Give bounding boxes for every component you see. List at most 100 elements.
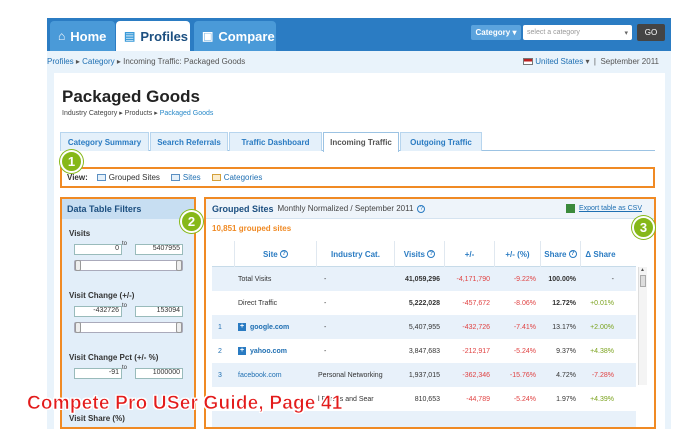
breadcrumb-profiles[interactable]: Profiles xyxy=(47,57,74,66)
category-placeholder: select a category xyxy=(527,29,580,36)
col-site-label: Site xyxy=(263,249,278,259)
country-select[interactable]: United States xyxy=(535,57,583,66)
slider-max-handle[interactable] xyxy=(176,322,182,333)
row-visits: 1,937,015 xyxy=(408,371,440,379)
col-site[interactable]: Site ? xyxy=(234,241,316,267)
table-head: Site ? Industry Cat. Visits ? +/- +/- (%… xyxy=(212,241,636,267)
category-path: Industry Category ▸ Products ▸ Packaged … xyxy=(62,110,214,117)
table-row[interactable]: 1 + google.com - 5,407,955 -432,726 -7.41… xyxy=(212,315,636,339)
path-industry: Industry Category xyxy=(62,110,118,117)
view-categories-label: Categories xyxy=(223,173,263,182)
visit-change-max-input[interactable]: 153094 xyxy=(135,306,183,317)
visit-pct-min-input[interactable]: -91 xyxy=(74,368,122,379)
categories-icon xyxy=(211,174,221,181)
to-label: to xyxy=(122,303,128,309)
row-pct: -7.41% xyxy=(513,323,536,331)
tab-traffic-dashboard[interactable]: Traffic Dashboard xyxy=(229,132,322,151)
row-visits: 5,407,955 xyxy=(408,323,440,331)
slider-max-handle[interactable] xyxy=(176,260,182,271)
help-icon[interactable]: ? xyxy=(279,250,288,258)
export-csv-link[interactable]: Export table as CSV xyxy=(565,204,642,213)
tab-home-label: Home xyxy=(70,28,107,44)
view-sites[interactable]: Sites xyxy=(170,173,201,182)
path-current[interactable]: Packaged Goods xyxy=(160,110,214,117)
col-delta-pct[interactable]: +/- (%) xyxy=(494,241,540,267)
top-nav-bar: ⌂ Home ▤ Profiles ▣ Compare Category ▾ sele… xyxy=(47,18,671,51)
view-grouped-sites-label: Grouped Sites xyxy=(108,173,160,182)
tab-compare[interactable]: ▣ Compare xyxy=(194,21,276,51)
row-cat: Personal Networking xyxy=(318,371,383,379)
tab-search-referrals[interactable]: Search Referrals xyxy=(150,132,228,151)
tab-outgoing-traffic[interactable]: Outgoing Traffic xyxy=(400,132,482,151)
row-share: 4.72% xyxy=(556,371,576,379)
visits-slider[interactable] xyxy=(74,260,183,271)
view-categories[interactable]: Categories xyxy=(211,173,263,182)
help-icon[interactable]: ? xyxy=(417,204,426,213)
visit-pct-max-input[interactable]: 1000000 xyxy=(135,368,183,379)
col-delta[interactable]: +/- xyxy=(444,241,494,267)
row-share: 1.97% xyxy=(556,395,576,403)
breadcrumb-category[interactable]: Category xyxy=(82,57,114,66)
col-share[interactable]: Share ? xyxy=(540,241,580,267)
subtabs: Category Summary Search Referrals Traffi… xyxy=(60,128,655,152)
category-button-label: Category xyxy=(475,28,511,37)
row-site[interactable]: facebook.com xyxy=(234,363,316,387)
table-scrollbar[interactable]: ▲ xyxy=(638,267,647,385)
table-row[interactable]: Direct Traffic - 5,222,028 -457,672 -8.0… xyxy=(212,291,636,315)
row-dshare: +0.01% xyxy=(590,299,614,307)
tab-compare-label: Compare xyxy=(218,28,275,44)
row-delta: -362,346 xyxy=(462,371,490,379)
tab-profiles[interactable]: ▤ Profiles xyxy=(116,21,190,51)
row-site-link[interactable]: + yahoo.com xyxy=(234,339,316,363)
view-grouped-sites[interactable]: Grouped Sites xyxy=(96,173,160,182)
visit-change-min-input[interactable]: -432726 xyxy=(74,306,122,317)
row-site: Direct Traffic xyxy=(238,299,278,307)
expand-icon[interactable]: + xyxy=(238,323,246,331)
row-pct: -15.76% xyxy=(509,371,536,379)
visits-min-input[interactable]: 0 xyxy=(74,244,122,255)
scroll-up-icon[interactable]: ▲ xyxy=(640,267,645,273)
help-icon[interactable]: ? xyxy=(427,250,436,258)
tab-category-summary[interactable]: Category Summary xyxy=(60,132,149,151)
breadcrumb-current: Incoming Traffic: Packaged Goods xyxy=(123,57,246,66)
row-delta: -457,672 xyxy=(462,299,490,307)
path-products: Products xyxy=(124,110,153,117)
breadcrumb: Profiles ▸ Category ▸ Incoming Traffic: … xyxy=(47,57,659,66)
row-dshare: +4.38% xyxy=(590,347,614,355)
table-subtitle: Monthly Normalized / September 2011 xyxy=(277,204,414,213)
row-pct: -9.22% xyxy=(513,275,536,283)
col-industry-cat[interactable]: Industry Cat. xyxy=(316,241,394,267)
go-button[interactable]: GO xyxy=(637,24,665,41)
compare-icon: ▣ xyxy=(202,29,214,43)
row-delta: -432,726 xyxy=(462,323,490,331)
to-label: to xyxy=(122,365,128,371)
tab-incoming-traffic[interactable]: Incoming Traffic xyxy=(323,132,399,152)
visits-max-input[interactable]: 5407955 xyxy=(135,244,183,255)
tab-home[interactable]: ⌂ Home xyxy=(50,21,115,51)
row-dshare: +4.39% xyxy=(590,395,614,403)
help-icon[interactable]: ? xyxy=(568,250,577,258)
row-delta: -212,917 xyxy=(462,347,490,355)
col-visits[interactable]: Visits ? xyxy=(394,241,444,267)
row-dshare: -7.28% xyxy=(591,371,614,379)
col-share-label: Share xyxy=(544,249,567,259)
table-row[interactable]: 2 + yahoo.com - 3,847,683 -212,917 -5.24%… xyxy=(212,339,636,363)
slider-min-handle[interactable] xyxy=(75,260,81,271)
grouped-sites-icon xyxy=(96,174,106,181)
scroll-thumb[interactable] xyxy=(640,275,646,287)
table-row[interactable]: 3 facebook.com Personal Networking 1,937… xyxy=(212,363,636,387)
main-content: Packaged Goods Industry Category ▸ Produ… xyxy=(54,73,665,429)
row-visits: 3,847,683 xyxy=(408,347,440,355)
view-selector: View: Grouped Sites Sites Categories xyxy=(60,167,655,188)
row-pct: -5.24% xyxy=(513,395,536,403)
row-site-link[interactable]: + google.com xyxy=(234,315,316,339)
expand-icon[interactable]: + xyxy=(238,347,246,355)
visit-change-slider[interactable] xyxy=(74,322,183,333)
col-delta-share[interactable]: Δ Share xyxy=(580,241,620,267)
category-button[interactable]: Category ▾ xyxy=(471,25,521,40)
table-row[interactable]: Total Visits - 41,059,296 -4,171,790 -9.… xyxy=(212,267,636,291)
slider-min-handle[interactable] xyxy=(75,322,81,333)
filter-visits-title: Visits xyxy=(69,229,91,238)
category-select[interactable]: select a category ▾ xyxy=(523,25,632,40)
app-frame: ⌂ Home ▤ Profiles ▣ Compare Category ▾ sele… xyxy=(47,18,671,429)
